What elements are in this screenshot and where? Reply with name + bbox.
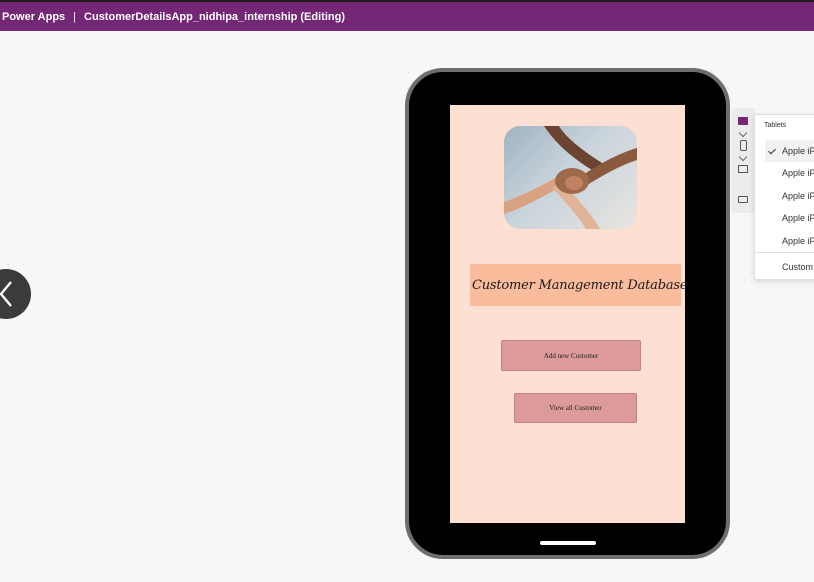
back-button[interactable] — [0, 269, 31, 319]
device-option[interactable]: Apple iP — [755, 207, 814, 229]
device-option-label: Apple iP — [782, 236, 814, 246]
device-toolbar — [731, 108, 755, 213]
document-title: CustomerDetailsApp_nidhipa_internship (E… — [84, 10, 345, 23]
hands-image-icon — [504, 126, 637, 229]
add-customer-button[interactable]: Add new Customer — [501, 340, 641, 371]
title-separator: | — [73, 10, 77, 23]
device-option[interactable]: Apple iP — [755, 230, 814, 252]
chevron-left-icon — [0, 281, 12, 307]
chevron-down-icon[interactable] — [738, 152, 748, 162]
device-option[interactable]: Apple iP — [765, 140, 814, 162]
home-indicator — [540, 541, 596, 545]
custom-size-icon[interactable] — [736, 192, 750, 206]
product-name[interactable]: Power Apps — [2, 11, 65, 23]
dropdown-header: Tablets — [764, 122, 787, 129]
device-option-label: Apple iP — [782, 146, 814, 156]
dropdown-divider — [755, 252, 814, 253]
device-option-label: Apple iP — [782, 168, 814, 178]
device-option-custom[interactable]: Custom — [755, 256, 814, 278]
device-option[interactable]: Apple iP — [755, 162, 814, 184]
device-option-label: Apple iP — [782, 213, 814, 223]
phone-icon[interactable] — [736, 138, 750, 152]
app-title: Customer Management Database — [472, 277, 688, 293]
device-option-label: Apple iP — [782, 191, 814, 201]
view-customers-button[interactable]: View all Customer — [514, 393, 637, 423]
device-picker-dropdown: Tablets Apple iP Apple iP Apple iP Apple… — [754, 114, 814, 280]
title-band: Customer Management Database — [470, 264, 688, 306]
device-option[interactable]: Apple iP — [755, 185, 814, 207]
check-icon — [768, 146, 776, 155]
chevron-down-icon[interactable] — [738, 128, 748, 138]
custom-option-label: Custom — [782, 262, 814, 272]
app-screen: Customer Management Database Add new Cus… — [450, 105, 688, 523]
hero-image[interactable] — [504, 126, 637, 229]
desktop-icon[interactable] — [736, 162, 750, 176]
title-bar: Power Apps | CustomerDetailsApp_nidhipa_… — [0, 0, 814, 31]
tablet-icon[interactable] — [736, 114, 750, 128]
